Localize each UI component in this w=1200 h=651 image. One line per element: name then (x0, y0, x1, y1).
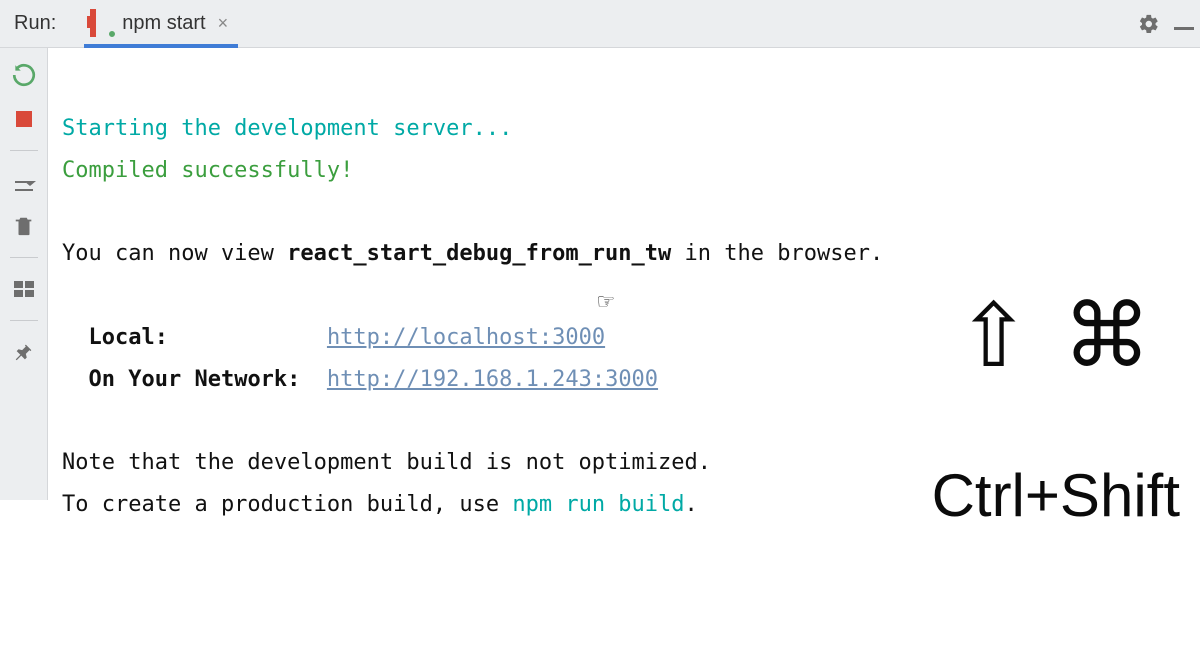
local-url-link[interactable]: http://localhost:3000 (327, 325, 605, 350)
hand-cursor-icon: ☜ (598, 278, 614, 327)
stop-button[interactable] (11, 106, 37, 132)
sidebar-separator (10, 150, 38, 151)
run-tab[interactable]: npm start × (84, 0, 238, 47)
network-url-link[interactable]: http://192.168.1.243:3000 (327, 367, 658, 392)
scroll-to-end-button[interactable] (11, 169, 37, 195)
console-line: Note that the development build is not o… (62, 450, 711, 475)
tab-label: npm start (122, 12, 205, 35)
rerun-button[interactable] (11, 62, 37, 88)
shortcut-hint-overlay: ⇧ ⌘ Ctrl+Shift (932, 208, 1180, 613)
run-label: Run: (14, 12, 56, 35)
local-label: Local: (89, 325, 168, 350)
layout-button[interactable] (11, 276, 37, 302)
console-line: You can now view react_start_debug_from_… (62, 241, 883, 266)
shortcut-symbols: ⇧ ⌘ (932, 292, 1180, 380)
console-line: Compiled successfully! (62, 158, 353, 183)
settings-gear-icon[interactable] (1138, 13, 1160, 35)
console-line: To create a production build, use npm ru… (62, 492, 698, 517)
run-sidebar (0, 48, 48, 500)
app-name: react_start_debug_from_run_tw (287, 241, 671, 266)
minimize-icon[interactable] (1174, 17, 1194, 30)
shortcut-text: Ctrl+Shift (932, 463, 1180, 529)
build-command: npm run build (512, 492, 684, 517)
npm-icon (90, 12, 114, 36)
network-label: On Your Network: (89, 367, 301, 392)
console-line: Starting the development server... (62, 116, 512, 141)
clear-all-button[interactable] (11, 213, 37, 239)
console-output: Starting the development server... Compi… (48, 48, 1200, 500)
sidebar-separator (10, 320, 38, 321)
close-tab-button[interactable]: × (218, 13, 229, 34)
sidebar-separator (10, 257, 38, 258)
pin-button[interactable] (11, 339, 37, 365)
run-toolbar: Run: npm start × (0, 0, 1200, 48)
